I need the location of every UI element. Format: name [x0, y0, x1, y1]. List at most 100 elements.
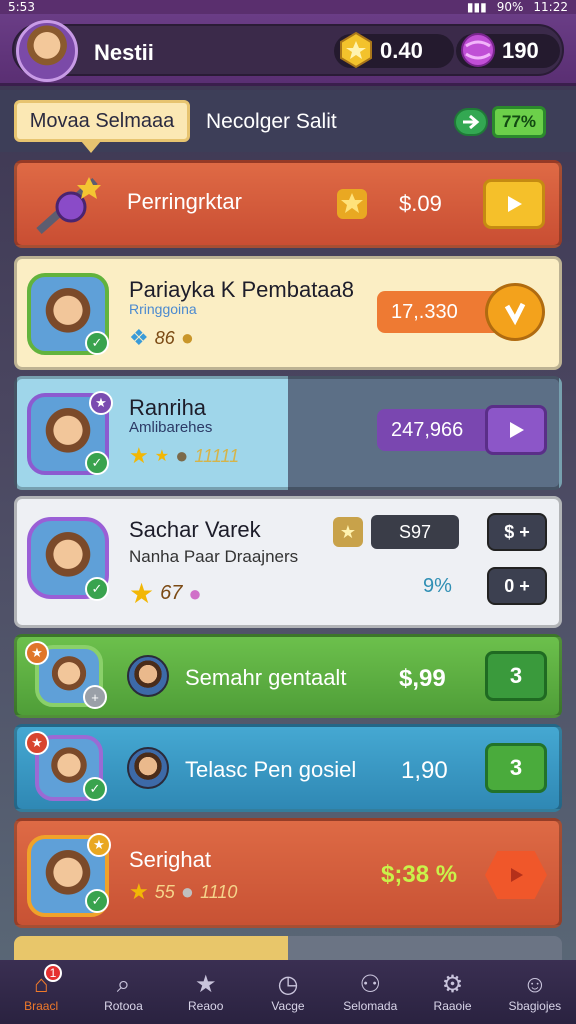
add-button[interactable]: 0 +: [487, 567, 547, 605]
check-icon: ✓: [85, 451, 109, 475]
row-stats: ★ 67 ●: [129, 577, 202, 610]
list-item[interactable]: Perringrktar $.09: [14, 160, 562, 248]
gem-amount: 190: [502, 38, 539, 63]
arrow-right-icon: [463, 114, 480, 130]
app-header: Nestii 0.40 190: [0, 14, 576, 86]
list-item[interactable]: ★ ✓ Telasc Pen gosiel 1,90 3: [14, 724, 562, 812]
buy-button[interactable]: 3: [485, 651, 547, 701]
row-title: Serighat: [129, 847, 211, 872]
status-bar: 5:53 ▮▮▮ 90% 11:22: [0, 0, 576, 14]
gold-coin-icon: [340, 31, 372, 69]
row-stats: ★ ★ ● 11111: [129, 443, 239, 469]
buy-button-label: $ +: [504, 521, 530, 542]
gold-amount: 0.40: [380, 38, 423, 63]
row-price: 17,.330: [391, 300, 458, 323]
coin-small-icon: ●: [180, 879, 195, 904]
gem-small-icon: ●: [188, 580, 202, 606]
nav-label: Rotooa: [104, 999, 143, 1013]
check-icon: ✓: [85, 889, 109, 913]
stat-value: 55: [154, 881, 175, 902]
list-item[interactable]: ✓ ★ Serighat ★ 55 ● 1110 $;38 %: [14, 818, 562, 928]
gem-small-icon: ❖: [129, 325, 149, 350]
gem-currency[interactable]: 190: [456, 33, 560, 68]
row-stats: ❖ 86 ●: [129, 325, 194, 351]
status-time: 5:53: [8, 0, 35, 14]
magic-wand-icon: [36, 177, 101, 234]
coin-small-icon: ●: [175, 443, 189, 468]
player-avatar[interactable]: [16, 20, 78, 82]
tab-secondary[interactable]: Necolger Salit: [206, 110, 337, 134]
signal-icon: ▮▮▮: [466, 0, 487, 14]
star-badge-icon: [337, 189, 367, 219]
stat-value-2: 1110: [200, 881, 238, 902]
nav-item-settings[interactable]: ⚙ Raaoie: [411, 960, 493, 1024]
row-title: Ranriha: [129, 395, 207, 420]
play-button[interactable]: [483, 179, 545, 229]
star-corner-icon: ★: [87, 833, 111, 857]
play-icon: [508, 196, 522, 212]
list-item[interactable]: ✓ Pariayka K Pembataa8 Rringgoina ❖ 86 ●…: [14, 256, 562, 370]
hero-avatar-small: [127, 655, 169, 697]
row-subtitle: Amlibarehes: [129, 419, 213, 436]
list-item[interactable]: ★ + Semahr gentaalt $,99 3: [14, 634, 562, 718]
tab-row: Movaa Selmaaa Necolger Salit 77%: [0, 90, 576, 153]
notification-badge: 1: [44, 964, 62, 982]
row-price: 1,90: [401, 757, 448, 784]
buy-button-label: 3: [509, 663, 523, 688]
nav-item-favorites[interactable]: ★ Reaoo: [165, 960, 247, 1024]
nav-label: Reaoo: [188, 999, 224, 1013]
nav-label: Sbagiojes: [508, 999, 562, 1013]
row-subtitle: Rringgoina: [129, 301, 197, 317]
row-stats: ★ 55 ● 1110: [129, 879, 237, 905]
row-price: 247,966: [391, 418, 464, 441]
row-title: Perringrktar: [127, 189, 242, 214]
row-price: $.09: [399, 191, 442, 216]
nav-item-profile[interactable]: ☺ Sbagiojes: [494, 960, 576, 1024]
play-icon: [511, 868, 523, 882]
play-button[interactable]: [485, 851, 547, 899]
list-item[interactable]: ✓ ★ Ranriha Amlibarehes ★ ★ ● 11111 247,…: [14, 376, 562, 490]
upgrade-button[interactable]: [485, 283, 545, 341]
check-icon: ✓: [85, 331, 109, 355]
play-button[interactable]: [485, 405, 547, 455]
row-subtitle: Nanha Paar Draajners: [129, 547, 299, 566]
gold-currency[interactable]: 0.40: [334, 31, 454, 69]
stat-value: 67: [160, 582, 183, 604]
row-price: S97: [398, 521, 432, 542]
add-icon: +: [83, 685, 107, 709]
player-name: Nestii: [94, 40, 154, 65]
nav-label: Selomada: [343, 999, 398, 1013]
price-label: S97: [371, 515, 459, 549]
nav-item-home[interactable]: ⌂ Braacl 1: [0, 960, 82, 1024]
nav-label: Vacge: [271, 999, 305, 1013]
star-corner-icon: ★: [25, 641, 49, 665]
profile-icon: ☺: [522, 971, 548, 998]
row-title: Sachar Varek: [129, 517, 261, 542]
star-badge-icon: ★: [333, 517, 363, 547]
nav-item-history[interactable]: ◷ Vacge: [247, 960, 329, 1024]
percent-badge: 77%: [492, 106, 546, 138]
nav-item-team[interactable]: ⚇ Selomada: [329, 960, 411, 1024]
gear-icon: ⚙: [441, 971, 464, 998]
check-icon: ✓: [85, 577, 109, 601]
nav-item-search[interactable]: ⌕ Rotooa: [82, 960, 164, 1024]
coin-small-icon: ●: [180, 325, 195, 350]
clock-icon: ◷: [277, 971, 299, 998]
tab-active[interactable]: Movaa Selmaaa: [14, 100, 190, 153]
star-icon: ★: [194, 971, 217, 998]
star-icon: ★: [129, 443, 149, 468]
row-price: $;38 %: [381, 861, 458, 888]
row-title: Pariayka K Pembataa8: [129, 277, 355, 302]
hero-avatar-small: [127, 747, 169, 789]
star-corner-icon: ★: [25, 731, 49, 755]
buy-button[interactable]: 3: [485, 743, 547, 793]
search-icon: ⌕: [116, 971, 131, 998]
buy-button[interactable]: $ +: [487, 513, 547, 551]
star-icon: ★: [129, 578, 155, 609]
star-corner-icon: ★: [89, 391, 113, 415]
forward-button[interactable]: [454, 108, 488, 136]
status-clock: 11:22: [533, 0, 568, 14]
star-icon: ★: [129, 879, 149, 904]
list-item-partial: [14, 936, 562, 960]
list-item[interactable]: ✓ Sachar Varek Nanha Paar Draajners ★ 67…: [14, 496, 562, 628]
